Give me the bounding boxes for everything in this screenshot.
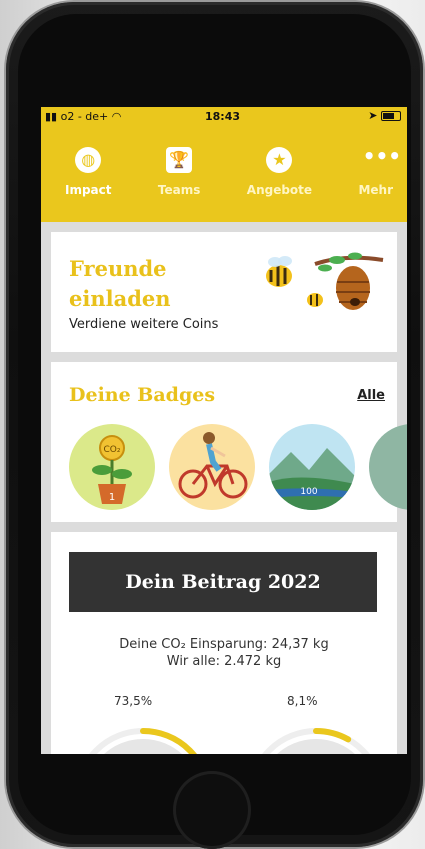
gauge-1-percent: 73,5% — [114, 694, 153, 708]
badge-step-label: 1 — [109, 492, 115, 503]
status-bar: ▮▮ o2 - de+ ◠ 18:43 ➤ — [41, 107, 407, 127]
battery-icon — [381, 111, 401, 121]
bees-illustration — [266, 252, 384, 310]
top-navigation: ◍ Impact 🏆 Teams ★ Angebote ••• Mehr — [41, 127, 407, 222]
tab-teams[interactable]: 🏆 Teams — [158, 127, 200, 222]
globe-icon: ◍ — [75, 147, 102, 173]
tab-mehr[interactable]: ••• Mehr — [358, 127, 402, 222]
cyclist-icon — [178, 432, 248, 499]
badge-landscape[interactable]: 100 — [269, 424, 355, 510]
home-button[interactable] — [173, 771, 251, 849]
badges-card: Deine Badges Alle CO₂ 1 100 — [51, 362, 407, 522]
contribution-card: Dein Beitrag 2022 Deine CO₂ Einsparung: … — [51, 532, 397, 754]
plant-coin-icon: CO₂ 1 — [92, 435, 132, 504]
gauge-2-percent: 8,1% — [287, 694, 318, 708]
invite-title: Freunde einladen — [69, 256, 171, 311]
tab-teams-label: Teams — [157, 183, 201, 197]
badges-all-link[interactable]: Alle — [357, 388, 385, 403]
badge-partial[interactable] — [369, 424, 407, 510]
carrier-label: ▮▮ o2 - de+ ◠ — [45, 110, 122, 123]
co2-all: Wir alle: 2.472 kg — [166, 654, 282, 669]
more-icon: ••• — [362, 144, 402, 168]
wifi-icon: ◠ — [111, 110, 122, 123]
invite-friends-card[interactable]: Freunde einladen Verdiene weitere Coins — [51, 232, 397, 352]
gauge-1 — [74, 728, 212, 754]
gauge-2 — [247, 728, 385, 754]
invite-subtitle: Verdiene weitere Coins — [69, 317, 219, 332]
star-icon: ★ — [266, 147, 293, 173]
tab-angebote[interactable]: ★ Angebote — [247, 127, 312, 222]
tab-mehr-label: Mehr — [358, 183, 393, 197]
co2-summary: Deine CO₂ Einsparung: 24,37 kg Wir alle:… — [51, 636, 397, 670]
badge-co2-plant[interactable]: CO₂ 1 — [69, 424, 155, 510]
location-icon: ➤ — [368, 109, 378, 122]
battery-area: ➤ — [368, 109, 401, 122]
badge-co2-label: CO₂ — [104, 445, 121, 455]
signal-icon: ▮▮ — [45, 110, 58, 123]
trophy-icon: 🏆 — [166, 147, 193, 173]
tab-impact[interactable]: ◍ Impact — [65, 127, 112, 222]
tab-impact-label: Impact — [65, 183, 112, 197]
tab-angebote-label: Angebote — [246, 183, 313, 197]
clock: 18:43 — [205, 110, 241, 123]
co2-personal: Deine CO₂ Einsparung: 24,37 kg — [119, 637, 329, 652]
app-screen: ▮▮ o2 - de+ ◠ 18:43 ➤ ◍ Impact 🏆 Teams ★… — [41, 107, 407, 754]
badges-title: Deine Badges — [69, 384, 216, 406]
landscape-icon: 100 — [269, 448, 355, 510]
badge-cyclist[interactable] — [169, 424, 255, 510]
badge-landscape-label: 100 — [300, 487, 317, 497]
contribution-title: Dein Beitrag 2022 — [69, 552, 377, 612]
